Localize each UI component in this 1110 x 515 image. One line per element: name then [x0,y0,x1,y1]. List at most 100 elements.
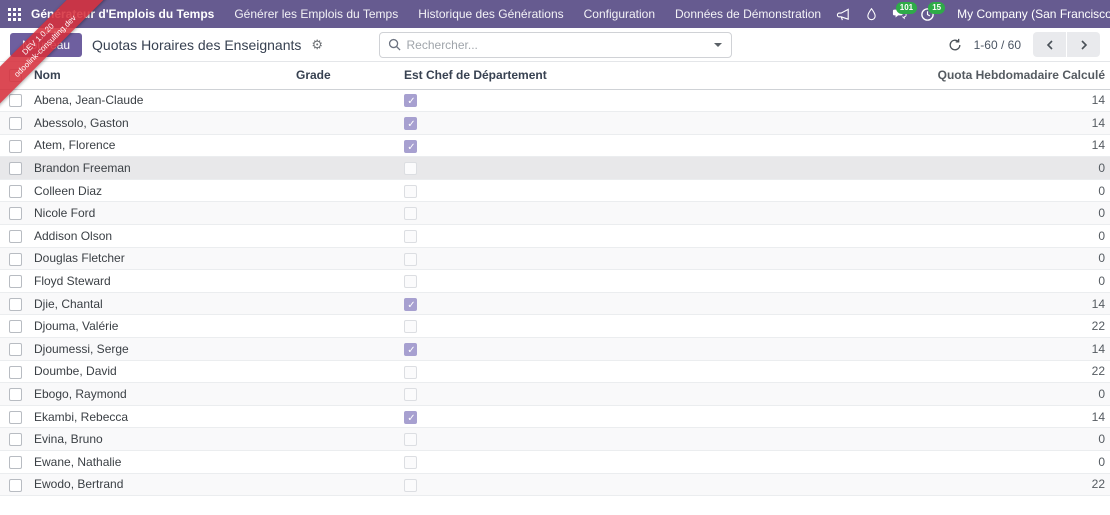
quota-value-cell: 14 [902,134,1110,158]
row-select-checkbox[interactable] [8,230,22,244]
row-select-cell [0,427,30,451]
table-row[interactable]: Evina, Bruno 0 [0,427,1110,451]
control-panel: Nouveau Quotas Horaires des Enseignants … [0,28,1110,62]
table-row[interactable]: Djie, Chantal 14 [0,292,1110,316]
search-input[interactable] [406,37,705,52]
row-select-checkbox[interactable] [8,297,22,311]
table-row[interactable]: Douglas Fletcher 0 [0,247,1110,271]
department-head-checkbox[interactable] [404,455,417,469]
department-head-checkbox[interactable] [404,365,417,379]
breadcrumb[interactable]: Quotas Horaires des Enseignants [92,37,301,53]
messages-icon[interactable]: 101 [887,2,918,26]
topbar-menu-item[interactable]: Configuration [574,0,665,28]
new-record-button[interactable]: Nouveau [10,32,83,57]
teacher-name-cell: Brandon Freeman [30,156,295,180]
topbar-menu-item[interactable]: Générer les Emplois du Temps [224,0,408,28]
table-row[interactable]: Djoumessi, Serge 14 [0,337,1110,361]
topbar-menu-item[interactable]: Données de Démonstration [665,0,831,28]
row-select-checkbox[interactable] [8,207,22,221]
department-head-checkbox[interactable] [404,275,417,289]
topbar-menu-item[interactable]: Historique des Générations [408,0,573,28]
row-select-checkbox[interactable] [8,117,22,131]
department-head-cell [402,314,902,339]
row-select-checkbox[interactable] [8,365,22,379]
quota-value-cell: 0 [902,201,1110,226]
table-row[interactable]: Brandon Freeman 0 [0,156,1110,180]
grade-cell [295,134,402,158]
action-gear-icon[interactable]: ⚙ [311,37,323,53]
announcement-megaphone-icon[interactable] [831,2,855,26]
droplet-glyph [866,7,876,21]
table-row[interactable]: Ebogo, Raymond 0 [0,382,1110,406]
department-head-checkbox[interactable] [404,94,418,108]
table-row[interactable]: Doumbe, David 22 [0,360,1110,384]
department-head-checkbox[interactable] [404,297,418,312]
department-head-checkbox[interactable] [404,388,417,402]
table-row[interactable]: Addison Olson 0 [0,224,1110,248]
department-head-checkbox[interactable] [404,252,417,266]
table-row[interactable]: Atem, Florence 14 [0,134,1110,158]
pager-next-button[interactable] [1067,32,1100,57]
activities-count-badge: 15 [928,2,946,14]
row-select-checkbox[interactable] [8,162,22,176]
select-all-checkbox[interactable] [8,69,22,83]
table-row[interactable]: Djouma, Valérie 22 [0,314,1110,339]
table-row[interactable]: Nicole Ford 0 [0,201,1110,226]
grade-cell [295,224,402,248]
department-head-checkbox[interactable] [404,207,417,221]
row-select-cell [0,89,30,113]
row-select-checkbox[interactable] [8,455,22,469]
department-head-checkbox[interactable] [404,433,417,447]
table-row[interactable]: Abessolo, Gaston 14 [0,111,1110,135]
department-head-cell [402,360,902,384]
activities-clock-icon[interactable]: 15 [915,2,946,26]
search-options-toggle[interactable] [705,33,731,57]
department-head-checkbox[interactable] [404,410,418,425]
table-header-row: Nom Grade Est Chef de Département Quota … [0,62,1110,90]
teachers-quota-table: Nom Grade Est Chef de Département Quota … [0,62,1110,497]
company-switcher[interactable]: My Company (San Francisco) [943,7,1110,21]
department-head-checkbox[interactable] [404,478,417,492]
row-select-cell [0,201,30,226]
row-select-cell [0,405,30,429]
column-header-grade[interactable]: Grade [295,62,402,90]
row-select-checkbox[interactable] [8,410,22,424]
droplet-icon[interactable] [859,2,883,26]
row-select-checkbox[interactable] [8,478,22,492]
column-header-quota[interactable]: Quota Hebdomadaire Calculé [902,62,1110,90]
department-head-checkbox[interactable] [404,230,417,244]
row-select-checkbox[interactable] [8,433,22,447]
apps-grid-icon[interactable] [8,0,21,28]
row-select-checkbox[interactable] [8,275,22,289]
department-head-checkbox[interactable] [404,184,417,198]
row-select-checkbox[interactable] [8,342,22,356]
table-row[interactable]: Ekambi, Rebecca 14 [0,405,1110,429]
grade-cell [295,89,402,113]
department-head-checkbox[interactable] [404,117,418,131]
row-select-cell [0,473,30,497]
department-head-checkbox[interactable] [404,139,418,154]
department-head-checkbox[interactable] [404,162,417,176]
row-select-checkbox[interactable] [8,184,22,198]
table-row[interactable]: Floyd Steward 0 [0,269,1110,293]
row-select-cell [0,292,30,316]
row-select-checkbox[interactable] [8,94,22,108]
app-name[interactable]: Générateur d'Emplois du Temps [21,7,224,21]
row-select-checkbox[interactable] [8,388,22,402]
table-row[interactable]: Ewane, Nathalie 0 [0,450,1110,474]
table-row[interactable]: Abena, Jean-Claude 14 [0,89,1110,113]
refresh-icon[interactable] [948,38,962,52]
table-row[interactable]: Colleen Diaz 0 [0,179,1110,203]
department-head-checkbox[interactable] [404,320,417,334]
row-select-checkbox[interactable] [8,252,22,266]
column-header-department-head[interactable]: Est Chef de Département [402,62,902,90]
department-head-checkbox[interactable] [404,342,418,357]
department-head-cell [402,201,902,226]
pager-previous-button[interactable] [1033,32,1066,57]
column-header-name[interactable]: Nom [30,62,295,90]
row-select-checkbox[interactable] [8,139,22,153]
grade-cell [295,201,402,226]
grade-cell [295,247,402,271]
table-row[interactable]: Ewodo, Bertrand 22 [0,473,1110,497]
row-select-checkbox[interactable] [8,320,22,334]
